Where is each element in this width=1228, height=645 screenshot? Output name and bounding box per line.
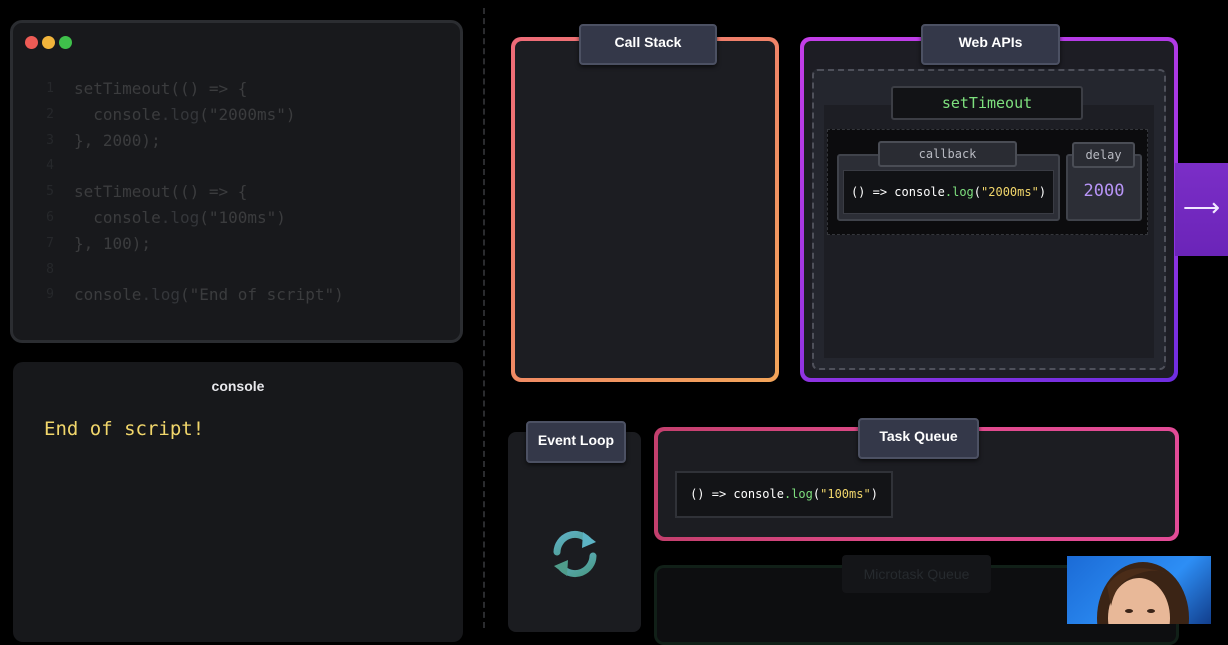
task-code-close: ) (870, 487, 878, 501)
console-output: End of script! (44, 418, 205, 440)
callback-code: () => console.log("2000ms") (843, 170, 1054, 214)
line-number: 5 (46, 184, 54, 200)
code-text: console.log("End of script") (74, 282, 344, 308)
call-stack-panel (511, 37, 779, 382)
minimize-window-dot[interactable] (42, 36, 55, 49)
line-number: 7 (46, 235, 54, 251)
line-number: 6 (46, 210, 54, 225)
refresh-cycle-icon (553, 530, 597, 578)
code-token: ("End of script") (179, 285, 344, 305)
web-apis-panel: setTimeout () => console.log("2000ms") c… (800, 37, 1178, 382)
call-stack-area (515, 41, 775, 378)
code-token: ("100ms") (199, 208, 286, 227)
task-code-fn: .log (783, 487, 813, 501)
event-loop-label: Event Loop (526, 421, 626, 463)
presenter-image (1097, 562, 1189, 624)
code-token: setTimeout(() => { (74, 79, 248, 98)
code-token: .log (160, 104, 200, 124)
line-number: 9 (46, 287, 54, 303)
task-code-arg: "100ms" (820, 487, 871, 501)
console-title: console (211, 378, 265, 394)
callback-code-close: ) (1038, 185, 1047, 199)
call-stack-label: Call Stack (579, 24, 717, 65)
code-token: .log (160, 208, 200, 227)
console-panel: console End of script! (13, 362, 463, 642)
line-number: 3 (46, 132, 54, 148)
line-number: 1 (46, 81, 54, 96)
code-token: }, 100); (74, 233, 152, 253)
code-token: console (93, 208, 161, 227)
line-number: 4 (46, 158, 54, 174)
code-token: setTimeout(() => { (74, 182, 248, 202)
settimeout-label: setTimeout (891, 86, 1083, 120)
microtask-queue-label: Microtask Queue (842, 555, 991, 593)
code-token: .log (141, 285, 180, 305)
code-text: setTimeout(() => { (74, 179, 247, 205)
task-queue-item: () => console.log("100ms") (675, 471, 893, 518)
callback-label: callback (878, 141, 1017, 167)
right-arrow-icon: ⟶ (1175, 163, 1228, 256)
callback-code-fn: .log (944, 185, 974, 199)
section-divider (483, 8, 485, 628)
code-text: }, 100); (74, 231, 151, 257)
line-number: 2 (46, 106, 54, 122)
callback-code-open: ( (973, 185, 982, 199)
code-text: }, 2000); (74, 128, 161, 154)
callback-code-prefix: () => console (850, 185, 945, 199)
delay-label: delay (1072, 142, 1135, 168)
code-token: }, 2000); (74, 130, 161, 150)
callback-code-arg: "2000ms" (981, 185, 1039, 199)
web-apis-area: setTimeout () => console.log("2000ms") c… (804, 41, 1174, 378)
code-token: ("2000ms") (199, 104, 296, 124)
presenter-video (1067, 556, 1211, 624)
code-token: console (93, 104, 161, 124)
code-text: setTimeout(() => { (74, 76, 247, 102)
code-text: console.log("100ms") (74, 205, 286, 231)
code-token: console (74, 285, 142, 305)
maximize-window-dot[interactable] (59, 36, 72, 49)
task-queue-label: Task Queue (858, 418, 979, 459)
code-text: console.log("2000ms") (74, 102, 296, 128)
code-editor-window: 1 setTimeout(() => {2 console.log("2000ms… (10, 20, 463, 343)
web-apis-label: Web APIs (921, 24, 1060, 65)
task-code-prefix: () => console (690, 487, 784, 501)
close-window-dot[interactable] (25, 36, 38, 49)
line-number: 8 (46, 261, 54, 277)
